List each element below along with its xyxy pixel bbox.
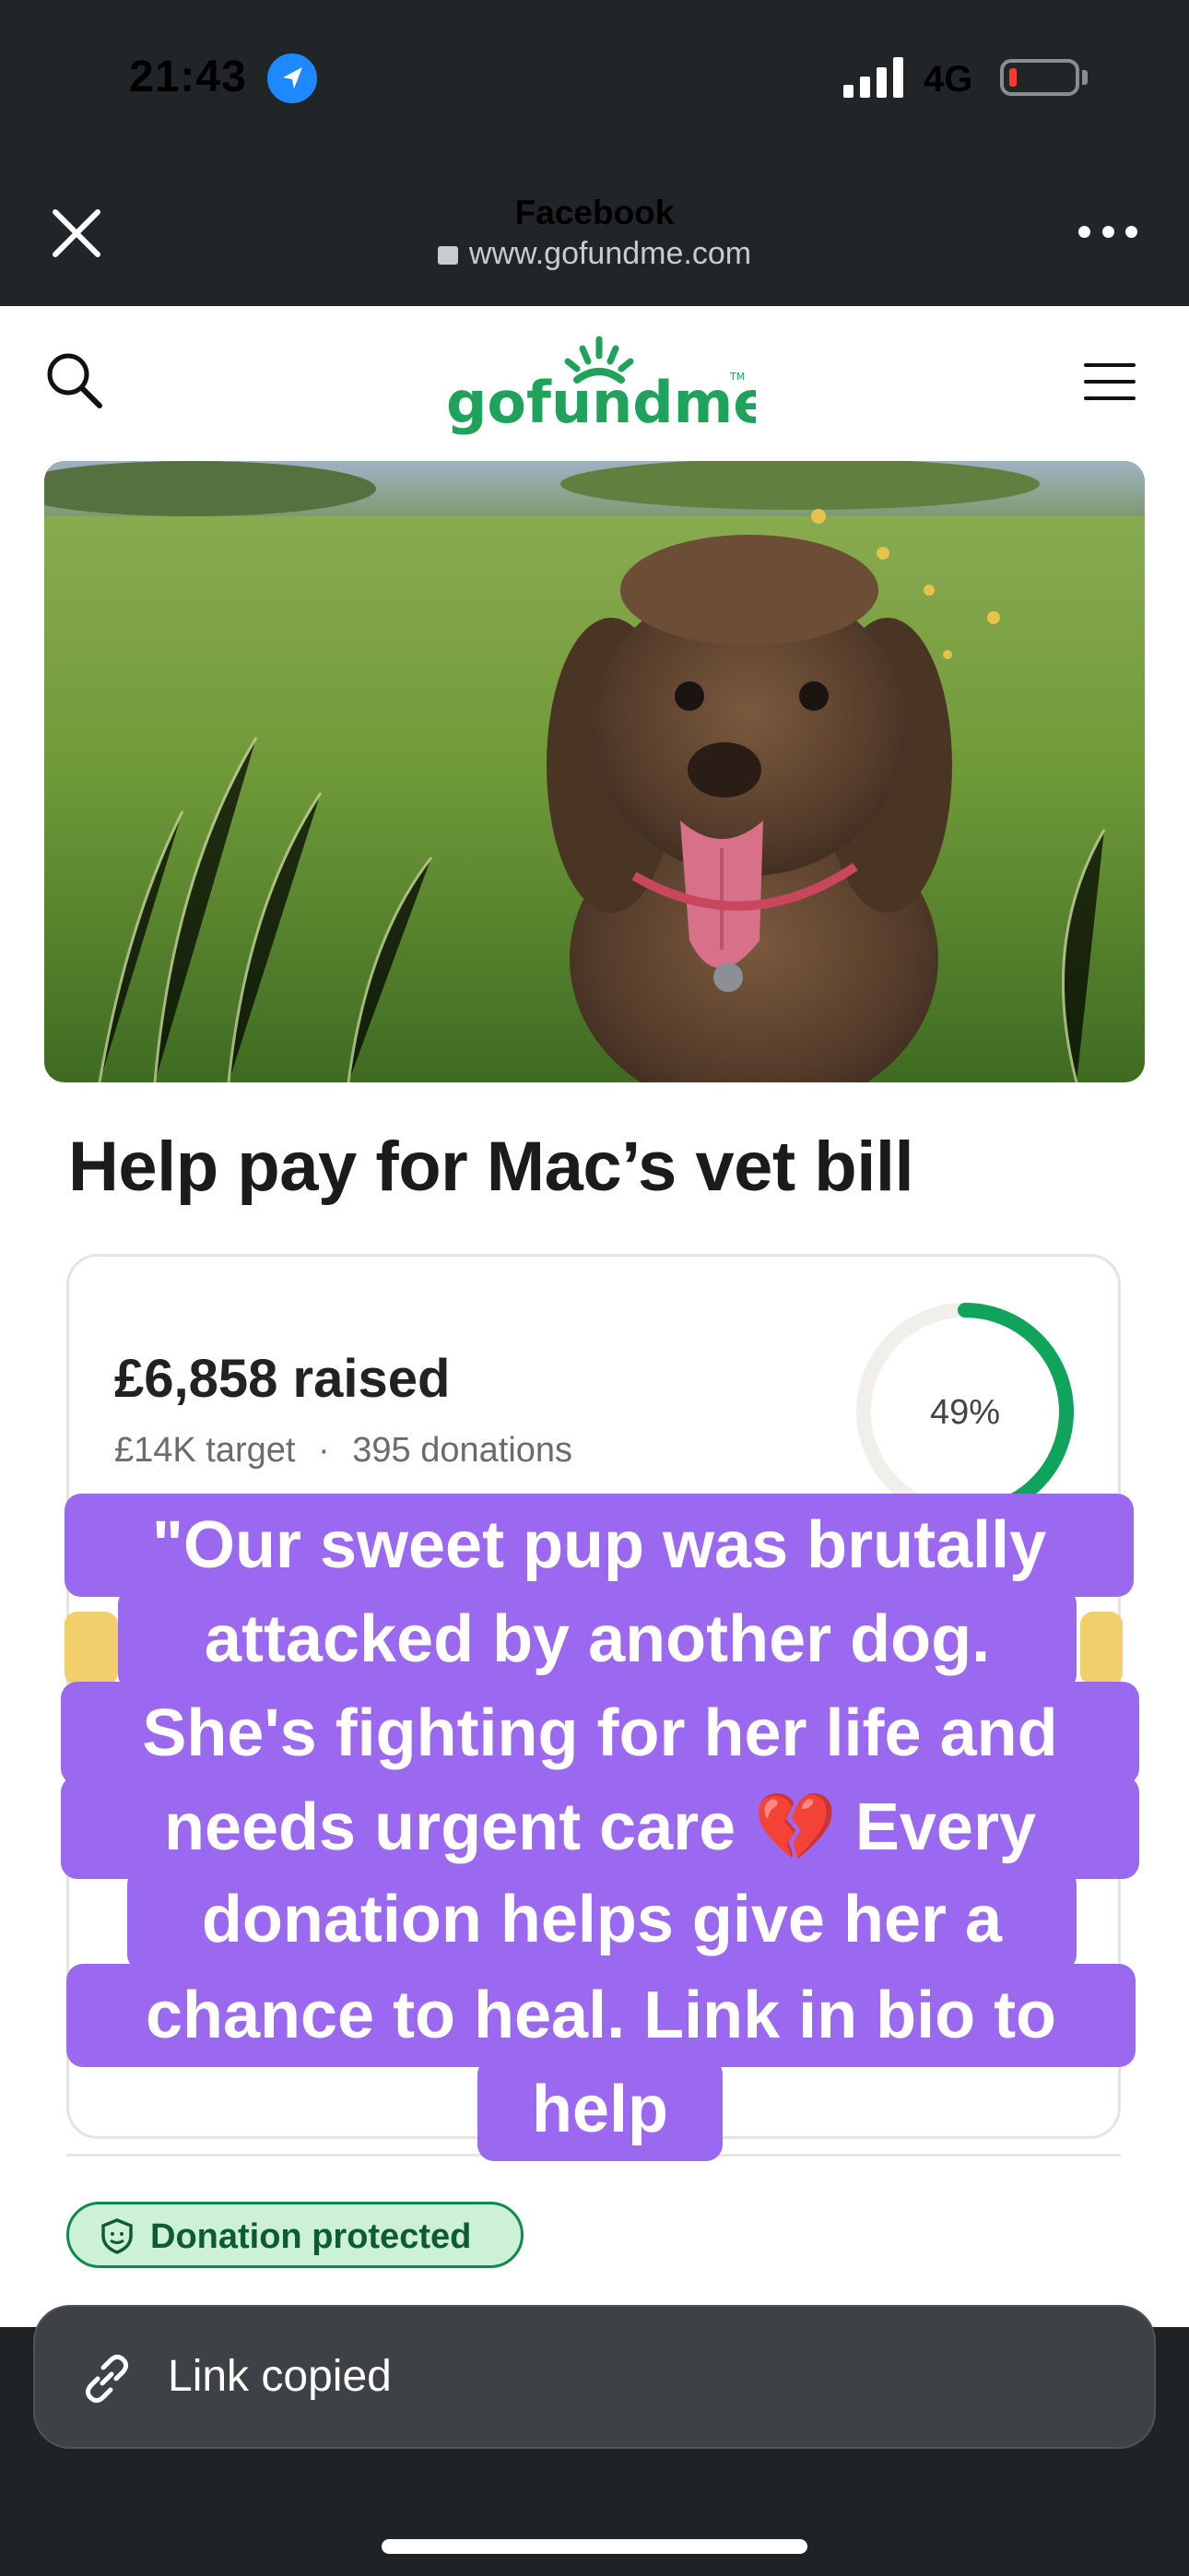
browser-title: Facebook — [514, 194, 675, 231]
campaign-title: Help pay for Mac’s vet bill — [68, 1128, 914, 1206]
caption-line: help — [477, 2058, 723, 2161]
caption-line: attacked by another dog. — [118, 1588, 1077, 1691]
hamburger-menu-icon[interactable] — [1084, 361, 1136, 402]
battery-icon — [1000, 59, 1079, 96]
caption-line: needs urgent care 💔 Every — [61, 1776, 1139, 1879]
battery-cap — [1082, 70, 1088, 85]
caption-line: chance to heal. Link in bio to — [66, 1964, 1136, 2067]
caption-line: "Our sweet pup was brutally — [65, 1494, 1134, 1597]
more-dot — [1078, 225, 1090, 238]
progress-percent: 49% — [930, 1393, 1000, 1432]
link-copied-toast[interactable]: Link copied — [33, 2305, 1156, 2449]
target-and-donations: £14K target · 395 donations — [114, 1431, 572, 1471]
separator-dot: · — [318, 1431, 330, 1470]
badge-label: Donation protected — [150, 2217, 472, 2256]
progress-ring: 49% — [852, 1298, 1078, 1525]
caption-line: donation helps give her a — [127, 1868, 1077, 1971]
more-dot — [1125, 225, 1137, 238]
toast-message: Link copied — [168, 2352, 392, 2401]
logo-text: gofundme — [446, 369, 756, 436]
browser-url[interactable]: www.gofundme.com — [0, 236, 1189, 272]
battery-level — [1009, 68, 1017, 87]
more-dot — [1101, 225, 1114, 238]
amount-raised: £6,858 raised — [114, 1349, 451, 1409]
donation-protected-badge[interactable]: Donation protected — [66, 2202, 524, 2268]
cellular-signal-icon — [843, 57, 903, 98]
network-type: 4G — [924, 59, 973, 100]
hidden-button-edge-right — [1080, 1612, 1123, 1685]
gofundme-logo[interactable]: gofundme TM — [442, 323, 771, 443]
status-time: 21:43 — [129, 53, 247, 101]
shield-icon — [101, 2218, 133, 2254]
home-indicator[interactable] — [382, 2539, 807, 2554]
lock-icon — [437, 246, 458, 265]
search-icon[interactable] — [42, 349, 107, 413]
more-options-button[interactable] — [1078, 218, 1137, 245]
hidden-button-edge-left — [65, 1612, 118, 1685]
target-amount: £14K target — [114, 1431, 296, 1470]
url-text: www.gofundme.com — [468, 236, 752, 271]
caption-line: She's fighting for her life and — [61, 1682, 1139, 1785]
logo-trademark: TM — [729, 371, 745, 383]
link-icon — [85, 2354, 129, 2404]
campaign-hero-image[interactable] — [44, 461, 1145, 1082]
donation-count[interactable]: 395 donations — [352, 1431, 572, 1470]
location-arrow-icon — [267, 53, 317, 103]
